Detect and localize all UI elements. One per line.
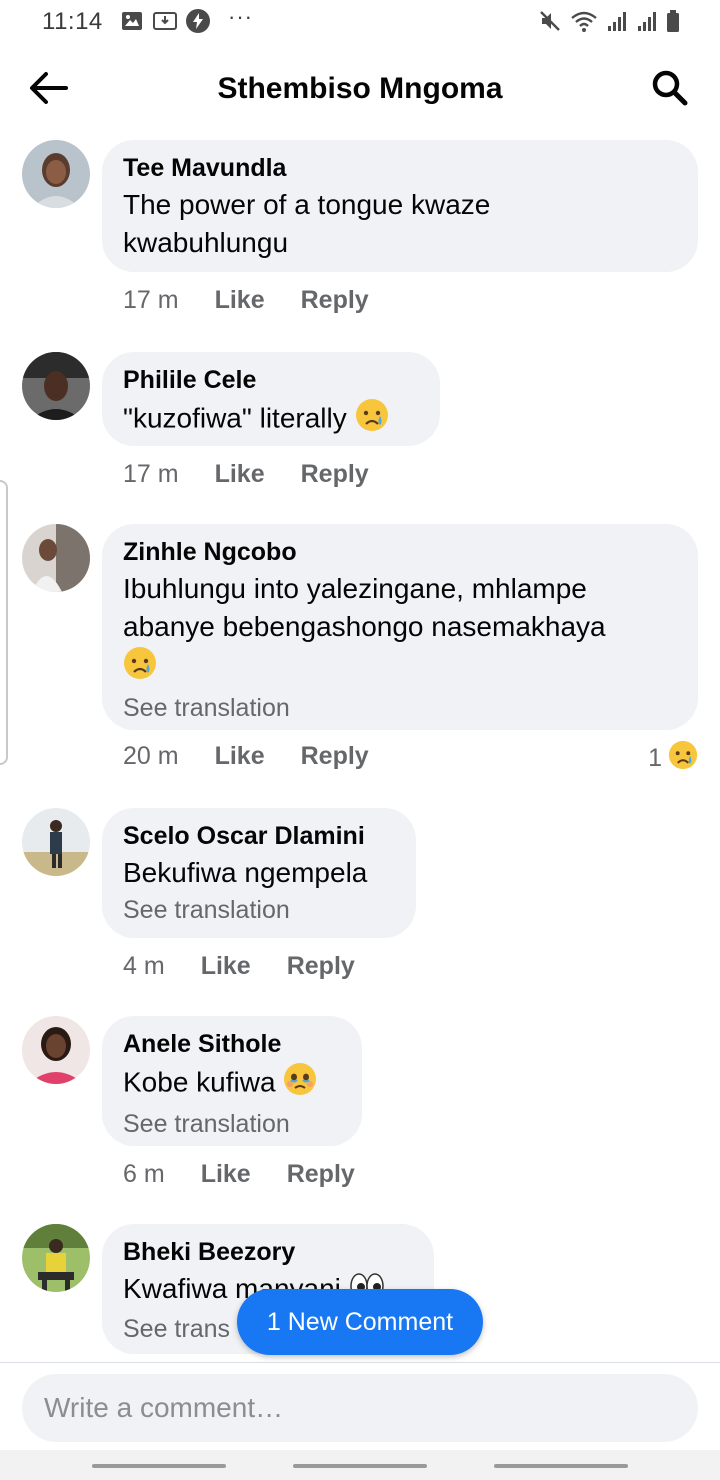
nav-back-handle[interactable] bbox=[494, 1464, 628, 1468]
comment-input[interactable] bbox=[22, 1374, 698, 1442]
comment-author[interactable]: Tee Mavundla bbox=[123, 154, 676, 182]
see-translation-link[interactable]: See translation bbox=[123, 894, 394, 926]
avatar[interactable] bbox=[22, 524, 90, 592]
avatar[interactable] bbox=[22, 140, 90, 208]
signal-icon bbox=[636, 10, 658, 37]
reply-button[interactable]: Reply bbox=[287, 952, 355, 981]
comment-actions: 6 m Like Reply bbox=[123, 1160, 391, 1189]
wifi-icon bbox=[570, 9, 598, 38]
comment-list: Tee Mavundla The power of a tongue kwaze… bbox=[0, 130, 720, 1362]
reply-button[interactable]: Reply bbox=[301, 460, 369, 489]
comment-time: 17 m bbox=[123, 460, 179, 488]
comment-item: Scelo Oscar Dlamini Bekufiwa ngempela Se… bbox=[0, 808, 720, 988]
comment-actions: 4 m Like Reply bbox=[123, 952, 391, 981]
comment-text: Ibuhlungu into yalezingane, mhlampe aban… bbox=[123, 570, 676, 690]
screen-recorder-icon bbox=[153, 10, 177, 37]
avatar[interactable] bbox=[22, 1224, 90, 1292]
search-icon[interactable] bbox=[650, 68, 690, 108]
reply-button[interactable]: Reply bbox=[301, 742, 369, 771]
signal-icon bbox=[606, 10, 628, 37]
comment-author[interactable]: Philile Cele bbox=[123, 366, 418, 394]
comment-actions: 17 m Like Reply bbox=[123, 460, 405, 489]
reply-button[interactable]: Reply bbox=[301, 286, 369, 315]
bolt-icon bbox=[185, 8, 211, 39]
new-comment-button[interactable]: 1 New Comment bbox=[237, 1289, 483, 1355]
crying-face-icon bbox=[123, 646, 157, 690]
comment-time: 4 m bbox=[123, 952, 165, 980]
comment-item: Tee Mavundla The power of a tongue kwaze… bbox=[0, 130, 720, 330]
nav-home-handle[interactable] bbox=[293, 1464, 427, 1468]
comment-actions: 17 m Like Reply bbox=[123, 286, 405, 315]
like-button[interactable]: Like bbox=[201, 1160, 251, 1189]
see-translation-link[interactable]: See translation bbox=[123, 1108, 340, 1140]
system-nav-bar bbox=[0, 1450, 720, 1480]
comment-bubble[interactable]: Tee Mavundla The power of a tongue kwaze… bbox=[102, 140, 698, 272]
avatar[interactable] bbox=[22, 808, 90, 876]
comment-author[interactable]: Anele Sithole bbox=[123, 1030, 340, 1058]
avatar[interactable] bbox=[22, 352, 90, 420]
comment-bubble[interactable]: Zinhle Ngcobo Ibuhlungu into yalezingane… bbox=[102, 524, 698, 730]
comment-composer bbox=[0, 1362, 720, 1442]
status-time: 11:14 bbox=[42, 8, 103, 35]
like-button[interactable]: Like bbox=[215, 742, 265, 771]
comment-text: Bekufiwa ngempela bbox=[123, 857, 368, 888]
like-button[interactable]: Like bbox=[201, 952, 251, 981]
comment-item: Anele Sithole Kobe kufiwa See translatio… bbox=[0, 1016, 720, 1196]
comment-time: 20 m bbox=[123, 742, 179, 770]
comment-time: 6 m bbox=[123, 1160, 165, 1188]
comment-item: Zinhle Ngcobo Ibuhlungu into yalezingane… bbox=[0, 524, 720, 794]
see-translation-link[interactable]: See translation bbox=[123, 692, 676, 724]
more-dots-icon: ··· bbox=[228, 4, 253, 29]
comment-author[interactable]: Zinhle Ngcobo bbox=[123, 538, 676, 566]
avatar[interactable] bbox=[22, 1016, 90, 1084]
comment-text: "kuzofiwa" literally bbox=[123, 398, 418, 442]
reply-button[interactable]: Reply bbox=[287, 1160, 355, 1189]
comment-author[interactable]: Scelo Oscar Dlamini bbox=[123, 822, 394, 850]
comment-actions: 20 m Like Reply bbox=[123, 742, 405, 771]
like-button[interactable]: Like bbox=[215, 286, 265, 315]
holding-back-tears-icon bbox=[283, 1062, 317, 1106]
battery-icon bbox=[666, 9, 680, 38]
mute-icon bbox=[538, 9, 562, 38]
comment-bubble[interactable]: Philile Cele "kuzofiwa" literally bbox=[102, 352, 440, 446]
reaction-count: 1 bbox=[648, 744, 662, 772]
comment-bubble[interactable]: Scelo Oscar Dlamini Bekufiwa ngempela Se… bbox=[102, 808, 416, 938]
nav-recents-handle[interactable] bbox=[92, 1464, 226, 1468]
comment-text: Kobe kufiwa bbox=[123, 1062, 340, 1106]
crying-face-icon bbox=[668, 740, 698, 777]
comment-author[interactable]: Bheki Beezory bbox=[123, 1238, 412, 1266]
header: Sthembiso Mngoma bbox=[0, 54, 720, 124]
crying-face-icon bbox=[355, 398, 389, 442]
page-title: Sthembiso Mngoma bbox=[217, 72, 503, 105]
status-bar: 11:14 ··· bbox=[0, 0, 720, 44]
like-button[interactable]: Like bbox=[215, 460, 265, 489]
comment-time: 17 m bbox=[123, 286, 179, 314]
comment-item: Philile Cele "kuzofiwa" literally 17 m L… bbox=[0, 352, 720, 502]
comment-text: The power of a tongue kwaze kwabuhlungu bbox=[123, 189, 491, 258]
comment-bubble[interactable]: Anele Sithole Kobe kufiwa See translatio… bbox=[102, 1016, 362, 1146]
gallery-icon bbox=[121, 10, 143, 37]
reaction-summary[interactable]: 1 bbox=[648, 740, 698, 777]
